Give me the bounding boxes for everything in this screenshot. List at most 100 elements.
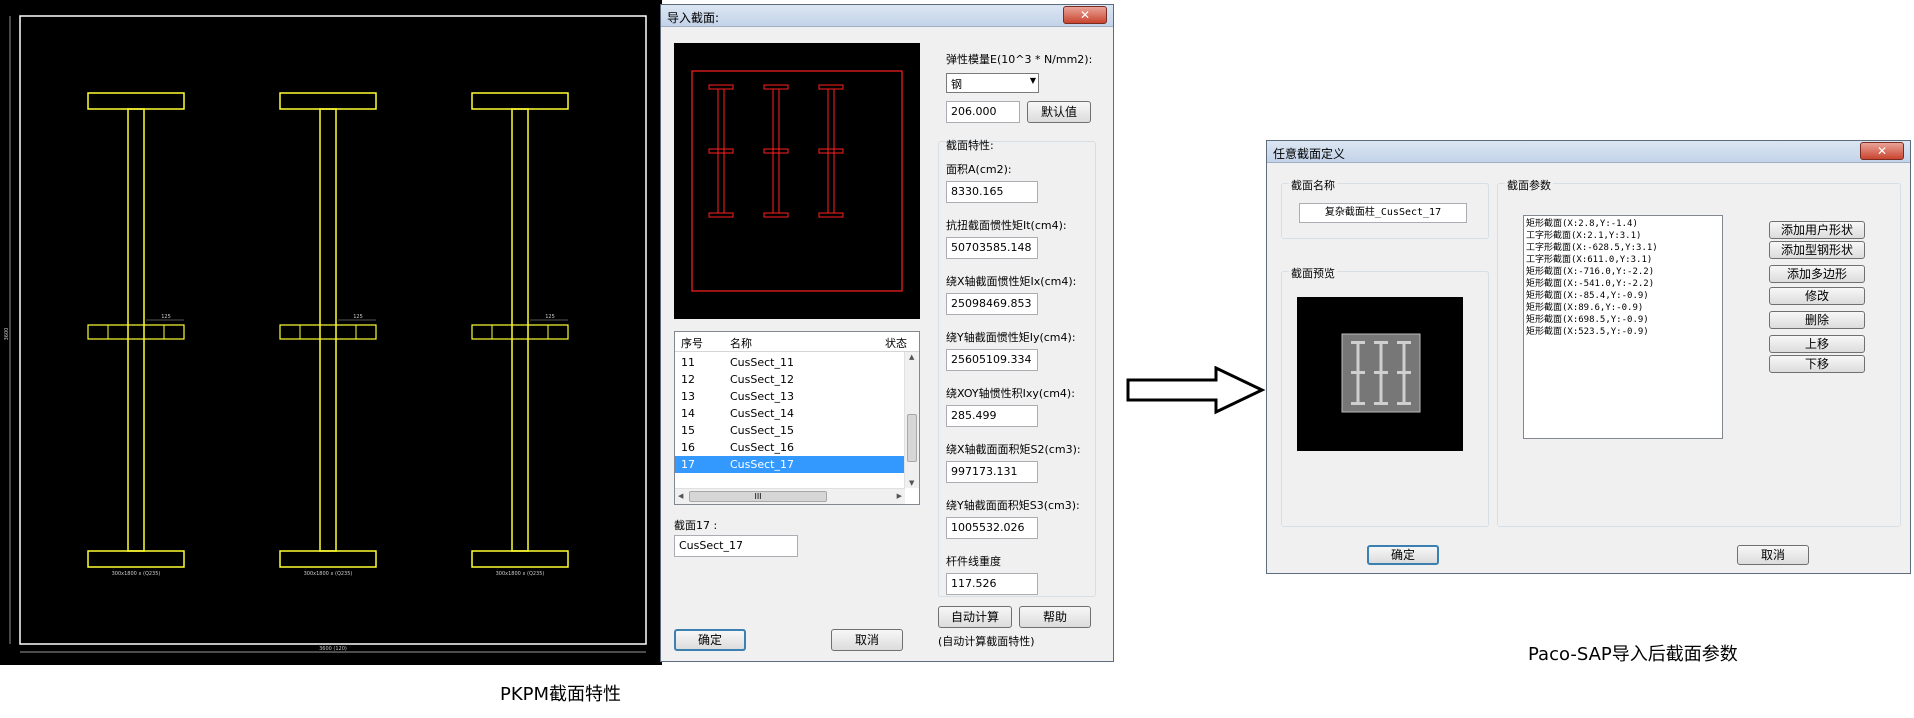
material-select[interactable]: 钢 ▼: [946, 73, 1039, 93]
cad-drawing-area[interactable]: 125 300x1800 x (Q235) 125 300x1800 x (Q235)…: [0, 0, 662, 665]
row-number: 17: [681, 458, 695, 471]
scroll-right-icon[interactable]: ▶: [897, 492, 902, 500]
horizontal-scrollbar[interactable]: ◀ III ▶: [675, 488, 905, 504]
section-preview-2: [1297, 297, 1463, 451]
preview-web: [827, 88, 835, 214]
column-bottom-flange: [87, 550, 185, 568]
col-header-status[interactable]: 状态: [885, 335, 907, 351]
row-number: 16: [681, 441, 695, 454]
column-1: 125 300x1800 x (Q235): [87, 92, 185, 577]
preview-bottom-flange: [818, 212, 844, 218]
ok-button[interactable]: 确定: [1367, 545, 1439, 565]
section-name-field[interactable]: 复杂截面柱_CusSect_17: [1299, 203, 1467, 223]
modify-button[interactable]: 修改: [1769, 287, 1865, 305]
delete-button[interactable]: 删除: [1769, 311, 1865, 329]
hscrollbar-thumb[interactable]: III: [689, 491, 827, 502]
table-row[interactable]: 12 CusSect_12: [675, 371, 905, 388]
move-up-button[interactable]: 上移: [1769, 335, 1865, 353]
section-preview: [674, 43, 920, 319]
bottom-dimension-text: 3600 (120): [319, 646, 347, 652]
property-value-input[interactable]: 50703585.148: [946, 237, 1038, 259]
close-button[interactable]: ✕: [1860, 142, 1904, 160]
shape-list[interactable]: 矩形截面(X:2.8,Y:-1.4) 工字形截面(X:2.1,Y:3.1) 工字形截…: [1523, 215, 1723, 439]
table-row[interactable]: 15 CusSect_15: [675, 422, 905, 439]
move-down-button[interactable]: 下移: [1769, 355, 1865, 373]
property-value-input[interactable]: 285.499: [946, 405, 1038, 427]
table-row[interactable]: 13 CusSect_13: [675, 388, 905, 405]
ok-button[interactable]: 确定: [674, 629, 746, 651]
top-dimension-text: 125: [353, 314, 363, 320]
shape-list-item[interactable]: 工字形截面(X:-628.5,Y:3.1): [1526, 242, 1720, 254]
default-value-button[interactable]: 默认值: [1027, 101, 1091, 123]
cancel-button[interactable]: 取消: [831, 629, 903, 651]
auto-calc-button[interactable]: 自动计算: [938, 606, 1012, 628]
caption-pkpm: PKPM截面特性: [500, 684, 622, 705]
shape-list-item[interactable]: 工字形截面(X:611.0,Y:3.1): [1526, 254, 1720, 266]
shape-list-item[interactable]: 矩形截面(X:-85.4,Y:-0.9): [1526, 290, 1720, 302]
shape-list-item[interactable]: 矩形截面(X:-716.0,Y:-2.2): [1526, 266, 1720, 278]
column-web: [319, 108, 337, 552]
preview-column-1: [708, 84, 734, 218]
drawing-border: [19, 15, 647, 645]
col-header-no[interactable]: 序号: [681, 335, 703, 351]
column-web: [511, 108, 529, 552]
property-value-input[interactable]: 117.526: [946, 573, 1038, 595]
cad-columns: 125 300x1800 x (Q235) 125 300x1800 x (Q235)…: [87, 92, 569, 577]
shape-list-item[interactable]: 矩形截面(X:523.5,Y:-0.9): [1526, 326, 1720, 338]
list-header: 序号 名称 状态: [675, 332, 919, 352]
property-value-input[interactable]: 25605109.334: [946, 349, 1038, 371]
column-bottom-label: 300x1800 x (Q235): [496, 571, 545, 577]
preview-mid-plate: [708, 148, 734, 154]
preview-top-flange: [708, 84, 734, 90]
property-value-input[interactable]: 25098469.853: [946, 293, 1038, 315]
vertical-scrollbar[interactable]: ▲ ▼: [904, 352, 919, 488]
property-label: 面积A(cm2):: [946, 163, 1012, 176]
preview-mid-plate: [763, 148, 789, 154]
column-web: [127, 108, 145, 552]
property-value-input[interactable]: 997173.131: [946, 461, 1038, 483]
import-dialog-titlebar[interactable]: 导入截面: ✕: [661, 5, 1113, 27]
modulus-input[interactable]: 206.000: [946, 101, 1020, 123]
help-button[interactable]: 帮助: [1019, 606, 1091, 628]
table-row[interactable]: 14 CusSect_14: [675, 405, 905, 422]
cancel-button[interactable]: 取消: [1737, 545, 1809, 565]
property-label: 绕Y轴截面面积矩S3(cm3):: [946, 499, 1080, 512]
property-value-input[interactable]: 8330.165: [946, 181, 1038, 203]
shape-list-item[interactable]: 矩形截面(X:698.5,Y:-0.9): [1526, 314, 1720, 326]
preview2-bottom-flange: [1351, 402, 1365, 405]
caption-paco-sap: Paco-SAP导入后截面参数: [1528, 644, 1738, 665]
col-header-name[interactable]: 名称: [730, 335, 752, 351]
shape-list-item[interactable]: 矩形截面(X:89.6,Y:-0.9): [1526, 302, 1720, 314]
close-button[interactable]: ✕: [1063, 6, 1107, 24]
section-number-label: 截面17 :: [674, 519, 718, 532]
column-mid-plate: [471, 324, 569, 340]
column-bottom-flange: [279, 550, 377, 568]
preview2-mid-plate: [1351, 371, 1365, 374]
shape-list-item[interactable]: 矩形截面(X:-541.0,Y:-2.2): [1526, 278, 1720, 290]
import-dialog-title: 导入截面:: [667, 11, 720, 25]
scroll-up-icon[interactable]: ▲: [909, 353, 914, 361]
preview-column-2: [763, 84, 789, 218]
section-definition-dialog: 任意截面定义 ✕ 截面名称 复杂截面柱_CusSect_17 截面预览 截面参数…: [1266, 140, 1911, 574]
table-row[interactable]: 11 CusSect_11: [675, 354, 905, 371]
cad-drawing: 125 300x1800 x (Q235) 125 300x1800 x (Q235)…: [4, 15, 647, 653]
scroll-left-icon[interactable]: ◀: [678, 492, 683, 500]
section-list[interactable]: 序号 名称 状态 11 CusSect_11 12 CusSect_12 13 CusSe…: [674, 331, 920, 505]
section-dialog-titlebar[interactable]: 任意截面定义 ✕: [1267, 141, 1910, 163]
property-value-input[interactable]: 1005532.026: [946, 517, 1038, 539]
add-steel-shape-button[interactable]: 添加型钢形状: [1769, 241, 1865, 259]
shape-list-item[interactable]: 矩形截面(X:2.8,Y:-1.4): [1526, 218, 1720, 230]
table-row[interactable]: 16 CusSect_16: [675, 439, 905, 456]
add-user-shape-button[interactable]: 添加用户形状: [1769, 221, 1865, 239]
column-bottom-label: 300x1800 x (Q235): [304, 571, 353, 577]
import-section-dialog: 导入截面: ✕ 弹性模量E(10^3 * N/mm2): 钢 ▼ 206.000…: [660, 4, 1114, 662]
preview-columns: [708, 84, 844, 218]
table-row[interactable]: 17 CusSect_17: [675, 456, 905, 473]
add-polygon-button[interactable]: 添加多边形: [1769, 265, 1865, 283]
scroll-down-icon[interactable]: ▼: [909, 479, 914, 487]
preview2-bottom-flange: [1397, 402, 1411, 405]
scrollbar-thumb[interactable]: [907, 414, 917, 462]
shape-list-item[interactable]: 工字形截面(X:2.1,Y:3.1): [1526, 230, 1720, 242]
section-name-input[interactable]: CusSect_17: [674, 535, 798, 557]
column-bottom-flange: [471, 550, 569, 568]
